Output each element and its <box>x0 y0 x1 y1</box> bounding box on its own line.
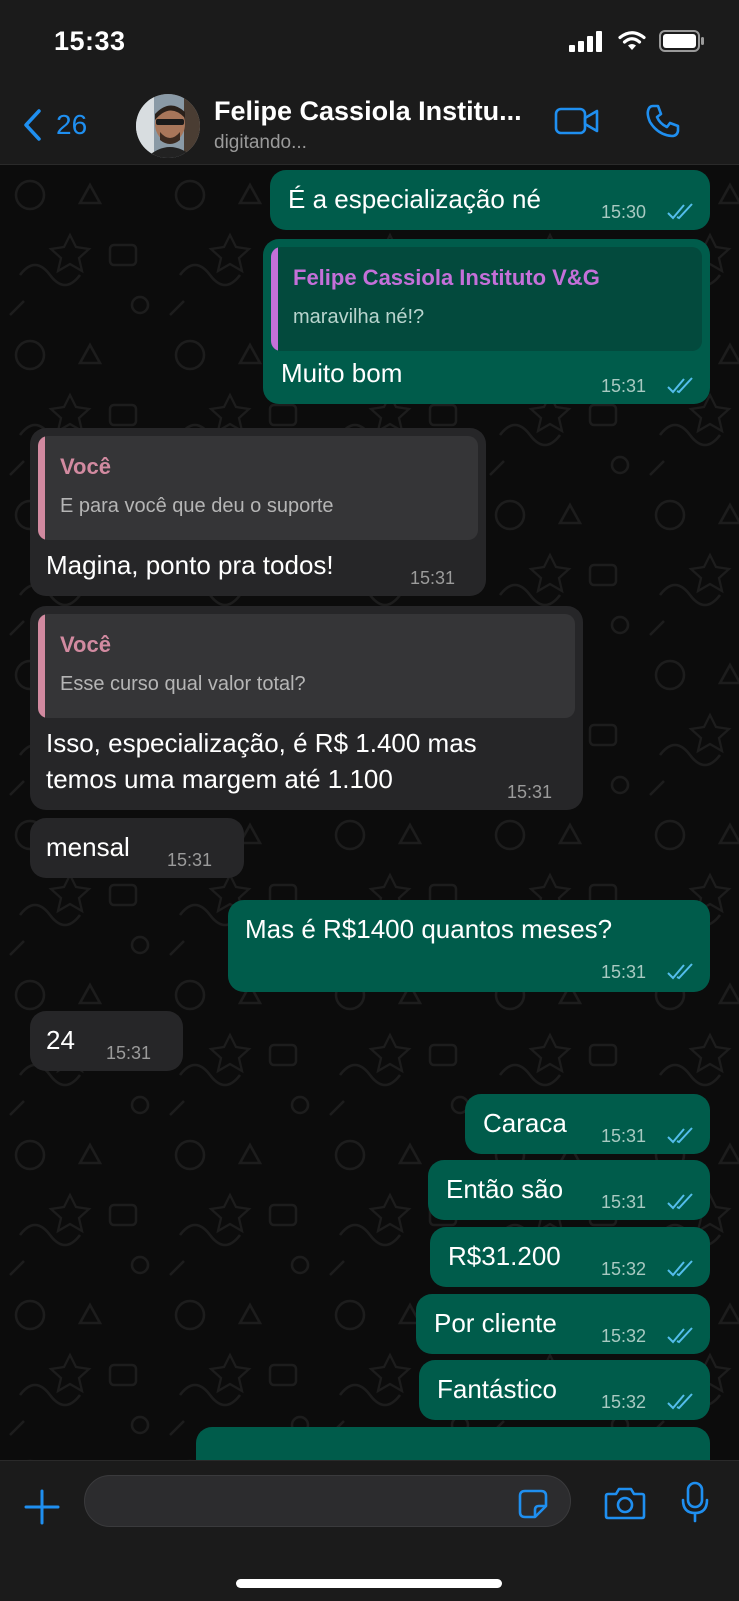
message-bubble-outgoing[interactable]: Então são 15:31 <box>428 1160 710 1220</box>
quoted-message[interactable]: Você E para você que deu o suporte <box>38 436 478 540</box>
message-bubble-incoming[interactable]: 24 15:31 <box>30 1011 183 1071</box>
message-text: Mas é R$1400 quantos meses? <box>245 914 613 944</box>
wifi-icon <box>618 31 646 50</box>
status-time: 15:33 <box>54 26 126 56</box>
quote-bar <box>271 247 278 351</box>
quoted-message[interactable]: Felipe Cassiola Instituto V&G maravilha … <box>271 247 702 351</box>
quote-text: Esse curso qual valor total? <box>60 673 306 695</box>
quote-bar <box>38 436 45 540</box>
message-text: mensal <box>46 832 130 862</box>
read-receipt-icon <box>667 203 693 220</box>
message-text: 24 <box>46 1025 75 1055</box>
message-text: É a especialização né <box>288 184 541 214</box>
status-icons <box>569 30 705 52</box>
message-text: Por cliente <box>434 1308 557 1338</box>
microphone-icon <box>681 1481 709 1523</box>
quote-text: E para você que deu o suporte <box>60 495 334 517</box>
message-time: 15:30 <box>601 202 647 222</box>
read-receipt-icon <box>667 377 693 394</box>
chevron-left-icon <box>24 109 41 141</box>
message-bubble-outgoing-reply[interactable]: Felipe Cassiola Instituto V&G maravilha … <box>263 239 710 404</box>
message-time: 15:31 <box>601 1126 647 1146</box>
message-bubble-incoming-reply[interactable]: Você E para você que deu o suporte Magin… <box>30 428 486 596</box>
read-receipt-icon <box>667 1393 693 1410</box>
message-list[interactable]: É a especialização né 15:30 Felipe Cassi… <box>0 165 739 1460</box>
status-bar: 15:33 <box>0 0 739 88</box>
message-text: Caraca <box>483 1108 567 1138</box>
quote-bar <box>38 614 45 718</box>
message-text: R$31.200 <box>448 1241 561 1271</box>
read-receipt-icon <box>667 1327 693 1344</box>
sticker-icon <box>518 1489 548 1519</box>
message-bubble-outgoing-partial[interactable] <box>196 1427 710 1460</box>
quoted-message[interactable]: Você Esse curso qual valor total? <box>38 614 575 718</box>
message-bubble-outgoing[interactable]: Mas é R$1400 quantos meses? 15:31 <box>228 900 710 992</box>
message-time: 15:31 <box>167 850 213 870</box>
message-time: 15:31 <box>507 782 553 802</box>
message-time: 15:31 <box>601 962 647 982</box>
plus-icon <box>24 1489 60 1525</box>
message-time: 15:31 <box>601 1192 647 1212</box>
quote-author: Você <box>60 632 111 657</box>
video-call-button[interactable] <box>554 106 600 141</box>
message-time: 15:32 <box>601 1392 647 1412</box>
video-camera-icon <box>554 107 599 135</box>
message-text: Então são <box>446 1174 564 1204</box>
camera-icon <box>604 1487 646 1520</box>
message-bubble-incoming[interactable]: mensal 15:31 <box>30 818 244 878</box>
quote-author: Você <box>60 454 111 479</box>
typing-status: digitando... <box>214 132 307 153</box>
contact-name[interactable]: Felipe Cassiola Institu... <box>214 96 522 127</box>
message-bubble-outgoing[interactable]: Caraca 15:31 <box>465 1094 710 1154</box>
message-text: Isso, especialização, é R$ 1.400 mas <box>46 728 477 758</box>
message-time: 15:31 <box>410 568 456 588</box>
back-button[interactable]: 26 <box>22 108 87 142</box>
quote-author: Felipe Cassiola Instituto V&G <box>293 265 600 290</box>
message-bubble-incoming-reply[interactable]: Você Esse curso qual valor total? Isso, … <box>30 606 583 810</box>
chat-header: 26 Felipe Cassiola Institu... digitando.… <box>0 88 739 165</box>
read-receipt-icon <box>667 1193 693 1210</box>
read-receipt-icon <box>667 963 693 980</box>
avatar-image <box>136 94 200 158</box>
signal-icon <box>569 31 602 52</box>
message-composer <box>0 1460 739 1601</box>
message-input[interactable] <box>84 1475 571 1527</box>
voice-message-button[interactable] <box>680 1481 710 1528</box>
message-text: Muito bom <box>281 358 403 388</box>
quote-text: maravilha né!? <box>293 306 425 328</box>
message-bubble-outgoing[interactable]: R$31.200 15:32 <box>430 1227 710 1287</box>
voice-call-button[interactable] <box>644 102 682 145</box>
message-text: temos uma margem até 1.100 <box>46 764 393 794</box>
message-bubble-outgoing[interactable]: É a especialização né 15:30 <box>270 170 710 230</box>
unread-count: 26 <box>56 109 88 140</box>
phone-icon <box>646 104 680 138</box>
message-bubble-outgoing[interactable]: Por cliente 15:32 <box>416 1294 710 1354</box>
message-time: 15:31 <box>601 376 647 396</box>
battery-icon <box>659 30 704 52</box>
message-time: 15:32 <box>601 1259 647 1279</box>
message-time: 15:31 <box>106 1043 152 1063</box>
read-receipt-icon <box>667 1260 693 1277</box>
message-bubble-outgoing[interactable]: Fantástico 15:32 <box>419 1360 710 1420</box>
camera-button[interactable] <box>604 1485 646 1526</box>
sticker-button[interactable] <box>518 1489 548 1524</box>
read-receipt-icon <box>667 1127 693 1144</box>
attach-button[interactable] <box>24 1489 60 1530</box>
avatar[interactable] <box>136 94 200 158</box>
home-indicator <box>236 1579 502 1588</box>
message-text: Magina, ponto pra todos! <box>46 550 334 580</box>
message-time: 15:32 <box>601 1326 647 1346</box>
message-text: Fantástico <box>437 1374 557 1404</box>
